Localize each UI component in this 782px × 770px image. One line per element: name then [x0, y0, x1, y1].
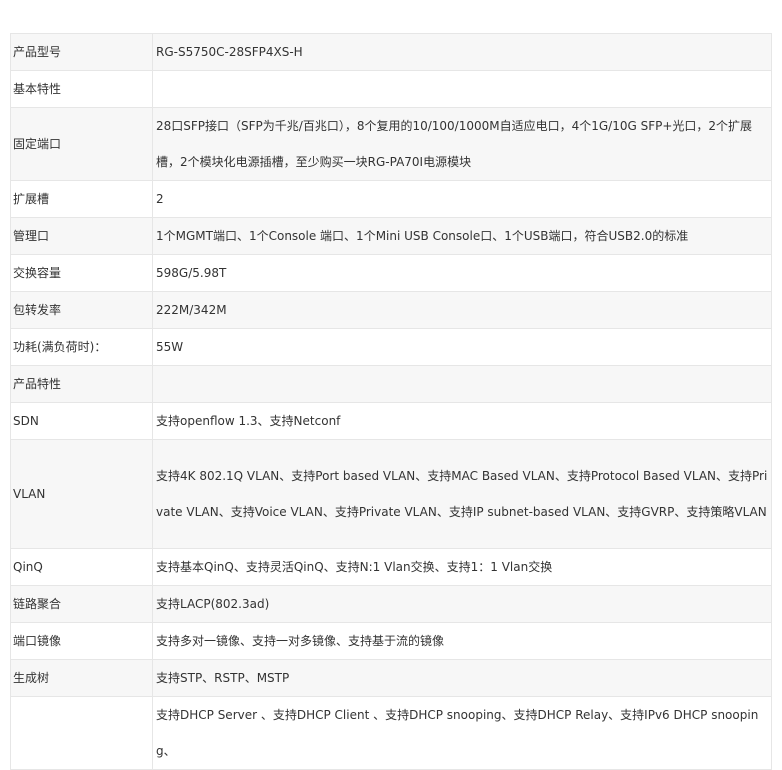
row-value: 55W [152, 328, 772, 366]
row-value [152, 70, 772, 108]
row-label [10, 696, 153, 770]
row-label: 产品特性 [10, 365, 153, 403]
row-value: 支持openflow 1.3、支持Netconf [152, 402, 772, 440]
table-row-port-mirroring: 端口镜像 支持多对一镜像、支持一对多镜像、支持基于流的镜像 [10, 622, 772, 660]
row-value: 支持多对一镜像、支持一对多镜像、支持基于流的镜像 [152, 622, 772, 660]
table-row-fixed-ports: 固定端口 28口SFP接口（SFP为千兆/百兆口），8个复用的10/100/10… [10, 107, 772, 181]
row-value: 28口SFP接口（SFP为千兆/百兆口），8个复用的10/100/1000M自适… [152, 107, 772, 181]
row-value: 1个MGMT端口、1个Console 端口、1个Mini USB Console… [152, 217, 772, 255]
spec-table: 产品型号 RG-S5750C-28SFP4XS-H 基本特性 固定端口 28口S… [10, 33, 772, 770]
row-value: 598G/5.98T [152, 254, 772, 292]
row-label: 扩展槽 [10, 180, 153, 218]
table-row-sdn: SDN 支持openflow 1.3、支持Netconf [10, 402, 772, 440]
row-value: 2 [152, 180, 772, 218]
row-label: 交换容量 [10, 254, 153, 292]
row-label: QinQ [10, 548, 153, 586]
table-row-model: 产品型号 RG-S5750C-28SFP4XS-H [10, 33, 772, 71]
table-row-basic-features: 基本特性 [10, 70, 772, 108]
table-row-switching-capacity: 交换容量 598G/5.98T [10, 254, 772, 292]
table-row-vlan: VLAN 支持4K 802.1Q VLAN、支持Port based VLAN、… [10, 439, 772, 549]
table-row-link-aggregation: 链路聚合 支持LACP(802.3ad) [10, 585, 772, 623]
row-value: 支持4K 802.1Q VLAN、支持Port based VLAN、支持MAC… [152, 439, 772, 549]
row-label: 包转发率 [10, 291, 153, 329]
table-row-product-features: 产品特性 [10, 365, 772, 403]
table-row-power: 功耗(满负荷时)： 55W [10, 328, 772, 366]
row-value: 支持基本QinQ、支持灵活QinQ、支持N:1 Vlan交换、支持1：1 Vla… [152, 548, 772, 586]
row-value: RG-S5750C-28SFP4XS-H [152, 33, 772, 71]
row-value: 支持DHCP Server 、支持DHCP Client 、支持DHCP sno… [152, 696, 772, 770]
row-value: 支持LACP(802.3ad) [152, 585, 772, 623]
row-label: 链路聚合 [10, 585, 153, 623]
row-label: 产品型号 [10, 33, 153, 71]
row-label: 固定端口 [10, 107, 153, 181]
row-label: 管理口 [10, 217, 153, 255]
table-row-forwarding-rate: 包转发率 222M/342M [10, 291, 772, 329]
table-row-expansion-slots: 扩展槽 2 [10, 180, 772, 218]
table-row-qinq: QinQ 支持基本QinQ、支持灵活QinQ、支持N:1 Vlan交换、支持1：… [10, 548, 772, 586]
row-label: VLAN [10, 439, 153, 549]
table-row-management-ports: 管理口 1个MGMT端口、1个Console 端口、1个Mini USB Con… [10, 217, 772, 255]
row-label: 生成树 [10, 659, 153, 697]
row-value [152, 365, 772, 403]
row-value: 222M/342M [152, 291, 772, 329]
table-row-spanning-tree: 生成树 支持STP、RSTP、MSTP [10, 659, 772, 697]
row-label: 端口镜像 [10, 622, 153, 660]
row-label: SDN [10, 402, 153, 440]
row-label: 基本特性 [10, 70, 153, 108]
row-value: 支持STP、RSTP、MSTP [152, 659, 772, 697]
row-label: 功耗(满负荷时)： [10, 328, 153, 366]
table-row-dhcp: 支持DHCP Server 、支持DHCP Client 、支持DHCP sno… [10, 696, 772, 770]
